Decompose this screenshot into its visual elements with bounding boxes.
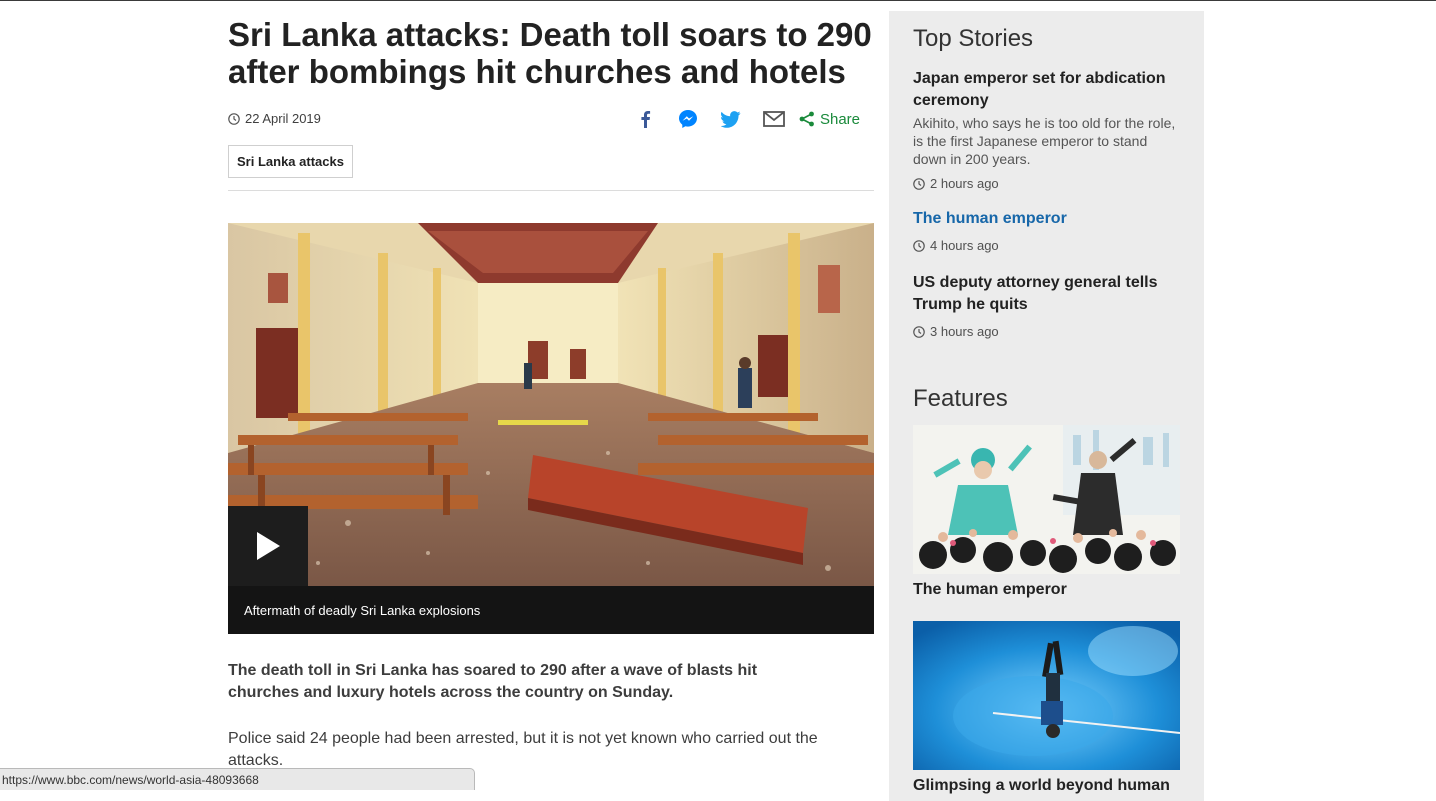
messenger-icon [678, 110, 697, 128]
story-time-text: 3 hours ago [930, 324, 999, 339]
play-button[interactable] [228, 506, 308, 586]
browser-status-bar: https://www.bbc.com/news/world-asia-4809… [0, 768, 475, 790]
video-caption: Aftermath of deadly Sri Lanka explosions [228, 586, 874, 634]
article-headline: Sri Lanka attacks: Death toll soars to 2… [228, 16, 872, 90]
email-share-button[interactable] [763, 108, 785, 130]
top-story-item: Japan emperor set for abdication ceremon… [913, 68, 1183, 191]
video-thumbnail[interactable] [228, 223, 874, 586]
features-heading: Features [913, 385, 1008, 412]
top-story-link[interactable]: Japan emperor set for abdication ceremon… [913, 68, 1183, 112]
top-story-item: The human emperor 4 hours ago [913, 208, 1183, 253]
feature-item[interactable]: The human emperor [913, 425, 1180, 601]
browser-top-border [0, 0, 1436, 1]
video-player[interactable]: Aftermath of deadly Sri Lanka explosions [228, 223, 874, 634]
article-date: 22 April 2019 [228, 111, 321, 126]
play-icon [257, 532, 280, 560]
story-timestamp: 3 hours ago [913, 324, 1183, 339]
story-timestamp: 2 hours ago [913, 176, 1183, 191]
article-intro: The death toll in Sri Lanka has soared t… [228, 662, 758, 701]
top-story-link[interactable]: The human emperor [913, 208, 1183, 230]
divider [228, 190, 874, 191]
email-icon [763, 111, 785, 127]
story-time-text: 2 hours ago [930, 176, 999, 191]
share-label: Share [819, 110, 860, 128]
sidebar: Top Stories Japan emperor set for abdica… [889, 11, 1204, 801]
ice-cave-photo [913, 621, 1180, 770]
top-story-item: US deputy attorney general tells Trump h… [913, 272, 1183, 339]
feature-image[interactable] [913, 425, 1180, 574]
clock-icon [913, 325, 925, 338]
clock-icon [913, 177, 925, 190]
facebook-icon [641, 111, 651, 128]
feature-item[interactable]: Glimpsing a world beyond human [913, 621, 1180, 797]
facebook-share-button[interactable] [634, 108, 656, 130]
share-bar: Share [613, 108, 860, 130]
article-date-text: 22 April 2019 [245, 111, 321, 126]
twitter-icon [720, 110, 741, 128]
feature-title[interactable]: The human emperor [913, 579, 1180, 601]
clock-icon [228, 112, 240, 125]
article-paragraph: Police said 24 people had been arrested,… [228, 730, 818, 769]
clock-icon [913, 239, 925, 252]
top-story-link[interactable]: US deputy attorney general tells Trump h… [913, 272, 1183, 316]
messenger-share-button[interactable] [677, 108, 699, 130]
twitter-share-button[interactable] [720, 108, 742, 130]
story-time-text: 4 hours ago [930, 238, 999, 253]
article-meta-row: 22 April 2019 Share [228, 108, 874, 132]
feature-title[interactable]: Glimpsing a world beyond human [913, 775, 1180, 797]
feature-image[interactable] [913, 621, 1180, 770]
share-button[interactable]: Share [799, 111, 860, 128]
topic-tag[interactable]: Sri Lanka attacks [228, 145, 353, 178]
church-interior-image [228, 223, 874, 586]
story-timestamp: 4 hours ago [913, 238, 1183, 253]
top-story-summary: Akihito, who says he is too old for the … [913, 115, 1176, 167]
share-icon [799, 111, 814, 127]
top-stories-heading: Top Stories [913, 25, 1034, 52]
emperor-photo [913, 425, 1180, 574]
